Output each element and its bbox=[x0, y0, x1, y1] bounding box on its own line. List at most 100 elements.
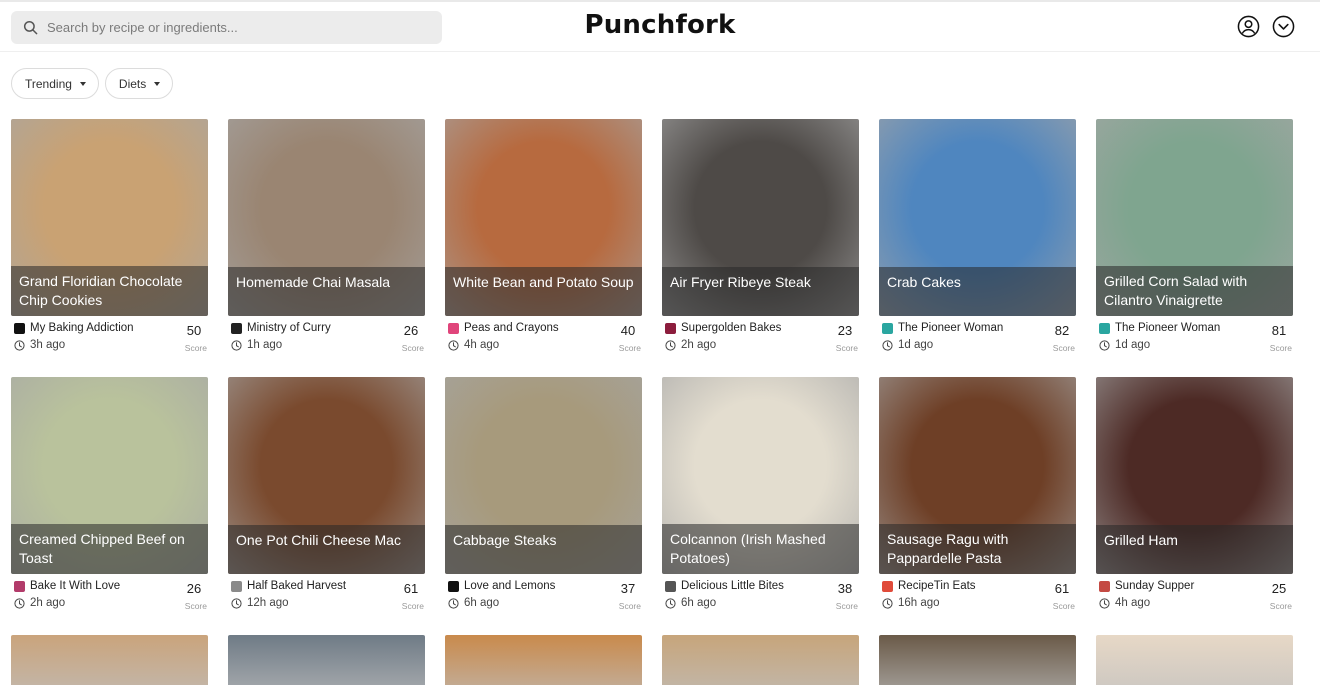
recipe-time: 2h ago bbox=[665, 339, 716, 351]
source-logo-icon bbox=[1099, 580, 1110, 592]
recipe-source-link[interactable]: Love and Lemons bbox=[448, 580, 555, 592]
clock-icon bbox=[1099, 597, 1110, 609]
recipe-card[interactable]: Colcannon (Irish Mashed Potatoes) bbox=[662, 377, 859, 574]
recipe-grid-partial-row bbox=[11, 635, 1293, 685]
recipe-image[interactable] bbox=[228, 635, 425, 685]
recipe-image[interactable] bbox=[11, 635, 208, 685]
recipe-card[interactable]: Air Fryer Ribeye Steak bbox=[662, 119, 859, 316]
recipe-card[interactable] bbox=[662, 635, 859, 685]
recipe-time-text: 2h ago bbox=[30, 597, 66, 609]
clock-icon bbox=[882, 597, 893, 609]
recipe-source: My Baking Addiction bbox=[30, 322, 134, 334]
recipe-title: One Pot Chili Cheese Mac bbox=[236, 532, 401, 548]
filter-bar: Trending Diets bbox=[11, 68, 174, 99]
recipe-title-overlay[interactable]: White Bean and Potato Soup bbox=[445, 267, 642, 316]
recipe-title-overlay[interactable]: Grilled Corn Salad with Cilantro Vinaigr… bbox=[1096, 266, 1293, 316]
recipe-card[interactable]: Grand Floridian Chocolate Chip Cookies bbox=[11, 119, 208, 316]
recipe-card[interactable] bbox=[445, 635, 642, 685]
site-header: Punchfork bbox=[0, 2, 1320, 52]
recipe-meta: Sunday Supper 4h ago 25 Score bbox=[1096, 576, 1293, 616]
recipe-title-overlay[interactable]: Grand Floridian Chocolate Chip Cookies bbox=[11, 266, 208, 316]
user-account-icon[interactable] bbox=[1237, 15, 1260, 38]
source-logo-icon bbox=[1099, 322, 1110, 334]
recipe-source-link[interactable]: Half Baked Harvest bbox=[231, 580, 346, 592]
recipe-title-overlay[interactable]: Air Fryer Ribeye Steak bbox=[662, 267, 859, 316]
recipe-card[interactable]: Grilled Corn Salad with Cilantro Vinaigr… bbox=[1096, 119, 1293, 316]
recipe-score: 81 bbox=[1271, 323, 1287, 338]
recipe-card[interactable] bbox=[11, 635, 208, 685]
recipe-source-link[interactable]: Ministry of Curry bbox=[231, 322, 331, 334]
clock-icon bbox=[665, 597, 676, 609]
recipe-image[interactable] bbox=[445, 635, 642, 685]
recipe-card[interactable]: Cabbage Steaks bbox=[445, 377, 642, 574]
recipe-image[interactable] bbox=[879, 635, 1076, 685]
recipe-source-link[interactable]: Bake It With Love bbox=[14, 580, 120, 592]
recipe-source: Bake It With Love bbox=[30, 580, 121, 592]
recipe-source: Supergolden Bakes bbox=[681, 322, 782, 334]
recipe-title-overlay[interactable]: Grilled Ham bbox=[1096, 525, 1293, 574]
recipe-time-text: 1h ago bbox=[247, 339, 283, 351]
clock-icon bbox=[231, 339, 242, 351]
recipe-time-text: 2h ago bbox=[681, 339, 717, 351]
recipe-source-link[interactable]: Peas and Crayons bbox=[448, 322, 559, 334]
recipe-title-overlay[interactable]: Creamed Chipped Beef on Toast bbox=[11, 524, 208, 574]
recipe-meta: Bake It With Love 2h ago 26 Score bbox=[11, 576, 208, 616]
recipe-meta: Love and Lemons 6h ago 37 Score bbox=[445, 576, 642, 616]
source-logo-icon bbox=[882, 580, 893, 592]
recipe-card[interactable] bbox=[228, 635, 425, 685]
recipe-title-overlay[interactable]: Homemade Chai Masala bbox=[228, 267, 425, 316]
recipe-card[interactable]: Creamed Chipped Beef on Toast bbox=[11, 377, 208, 574]
recipe-score: 25 bbox=[1271, 581, 1287, 596]
recipe-title: Grilled Ham bbox=[1104, 532, 1178, 548]
recipe-card[interactable]: Crab Cakes bbox=[879, 119, 1076, 316]
recipe-image[interactable] bbox=[1096, 635, 1293, 685]
search-bar[interactable] bbox=[11, 11, 442, 44]
recipe-image[interactable] bbox=[662, 635, 859, 685]
recipe-title: Colcannon (Irish Mashed Potatoes) bbox=[670, 531, 826, 566]
recipe-time: 4h ago bbox=[448, 339, 499, 351]
source-logo-icon bbox=[448, 580, 459, 592]
recipe-source-link[interactable]: The Pioneer Woman bbox=[882, 322, 1003, 334]
recipe-source-link[interactable]: Delicious Little Bites bbox=[665, 580, 784, 592]
recipe-title-overlay[interactable]: Crab Cakes bbox=[879, 267, 1076, 316]
source-logo-icon bbox=[231, 322, 242, 334]
recipe-title-overlay[interactable]: Colcannon (Irish Mashed Potatoes) bbox=[662, 524, 859, 574]
source-logo-icon bbox=[882, 322, 893, 334]
diets-filter-label: Diets bbox=[118, 76, 147, 91]
search-input[interactable] bbox=[47, 20, 427, 35]
recipe-card[interactable]: Homemade Chai Masala bbox=[228, 119, 425, 316]
score-label: Score bbox=[1052, 343, 1075, 353]
chevron-down-menu-icon[interactable] bbox=[1272, 15, 1295, 38]
recipe-score: 50 bbox=[186, 323, 202, 338]
recipe-card[interactable]: One Pot Chili Cheese Mac bbox=[228, 377, 425, 574]
caret-down-icon bbox=[79, 81, 86, 86]
recipe-time: 1d ago bbox=[882, 339, 933, 351]
recipe-score: 37 bbox=[620, 581, 636, 596]
recipe-card[interactable] bbox=[1096, 635, 1293, 685]
trending-filter-dropdown[interactable]: Trending bbox=[11, 68, 99, 99]
recipe-meta: Delicious Little Bites 6h ago 38 Score bbox=[662, 576, 859, 616]
recipe-title-overlay[interactable]: Cabbage Steaks bbox=[445, 525, 642, 574]
clock-icon bbox=[231, 597, 242, 609]
recipe-source-link[interactable]: RecipeTin Eats bbox=[882, 580, 976, 592]
recipe-card[interactable]: Grilled Ham bbox=[1096, 377, 1293, 574]
recipe-score: 23 bbox=[837, 323, 853, 338]
recipe-score: 26 bbox=[186, 581, 202, 596]
diets-filter-dropdown[interactable]: Diets bbox=[104, 68, 174, 99]
score-label: Score bbox=[1269, 343, 1292, 353]
recipe-title-overlay[interactable]: One Pot Chili Cheese Mac bbox=[228, 525, 425, 574]
recipe-title-overlay[interactable]: Sausage Ragu with Pappardelle Pasta bbox=[879, 524, 1076, 574]
recipe-meta: RecipeTin Eats 16h ago 61 Score bbox=[879, 576, 1076, 616]
recipe-source-link[interactable]: Supergolden Bakes bbox=[665, 322, 781, 334]
recipe-source-link[interactable]: My Baking Addiction bbox=[14, 322, 134, 334]
caret-down-icon bbox=[154, 81, 161, 86]
recipe-card[interactable]: Sausage Ragu with Pappardelle Pasta bbox=[879, 377, 1076, 574]
recipe-card[interactable]: White Bean and Potato Soup bbox=[445, 119, 642, 316]
recipe-source: Half Baked Harvest bbox=[247, 580, 347, 592]
recipe-source-link[interactable]: Sunday Supper bbox=[1099, 580, 1194, 592]
recipe-meta: Half Baked Harvest 12h ago 61 Score bbox=[228, 576, 425, 616]
recipe-title: Creamed Chipped Beef on Toast bbox=[19, 531, 185, 566]
recipe-card[interactable] bbox=[879, 635, 1076, 685]
recipe-source-link[interactable]: The Pioneer Woman bbox=[1099, 322, 1220, 334]
recipe-source: Peas and Crayons bbox=[464, 322, 559, 334]
